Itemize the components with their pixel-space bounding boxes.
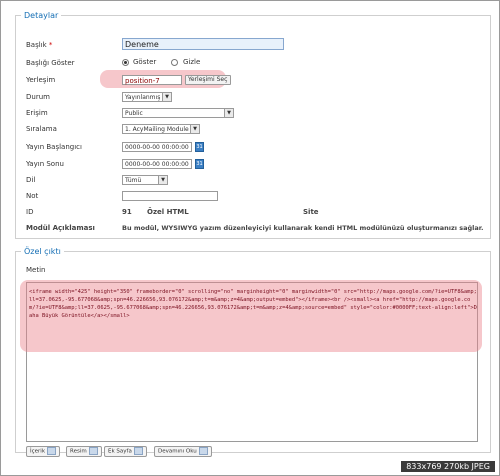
calendar-icon[interactable]: 31 (195, 159, 204, 169)
ordering-row: Sıralama 1. AcyMailing Module ▼ (26, 124, 486, 136)
publish-up-input[interactable]: 0000-00-00 00:00:00 (122, 142, 192, 152)
calendar-icon[interactable]: 31 (195, 142, 204, 152)
readmore-button[interactable]: Devamını Oku (154, 446, 212, 457)
ordering-select[interactable]: 1. AcyMailing Module ▼ (122, 124, 200, 134)
description-row: Modül Açıklaması Bu modül, WYSIWYG yazım… (26, 223, 486, 235)
position-row: Yerleşim position-7 Yerleşimi Seç (26, 75, 486, 87)
publish-down-input[interactable]: 0000-00-00 00:00:00 (122, 159, 192, 169)
details-fieldset: Detaylar Başlık * Deneme Başlığı Göster … (15, 11, 491, 239)
text-label: Metin (26, 266, 46, 274)
chevron-down-icon: ▼ (162, 93, 171, 101)
article-button[interactable]: İçerik (26, 446, 61, 457)
custom-output-legend: Özel çıktı (24, 247, 61, 256)
note-input[interactable] (122, 191, 218, 201)
hide-option-label: Gizle (183, 58, 201, 66)
readmore-icon (198, 447, 208, 455)
article-icon (47, 447, 57, 455)
details-legend: Detaylar (24, 11, 59, 20)
access-label: Erişim (26, 109, 48, 117)
publish-up-row: Yayın Başlangıcı 0000-00-00 00:00:00 31 (26, 142, 486, 154)
position-input[interactable]: position-7 (122, 75, 182, 85)
description-label: Modül Açıklaması (26, 224, 95, 232)
publish-up-label: Yayın Başlangıcı (26, 143, 82, 151)
language-select[interactable]: Tümü ▼ (122, 175, 168, 185)
title-label: Başlık * (26, 41, 53, 49)
status-label: Durum (26, 93, 50, 101)
chevron-down-icon: ▼ (190, 125, 199, 133)
description-value: Bu modül, WYSIWYG yazım düzenleyiciyi ku… (122, 224, 484, 232)
access-row: Erişim Public ▼ (26, 108, 486, 120)
status-row: Durum Yayınlanmış ▼ (26, 92, 486, 104)
show-title-row: Başlığı Göster Göster Gizle (26, 58, 486, 70)
module-edit-frame: Detaylar Başlık * Deneme Başlığı Göster … (0, 0, 500, 476)
select-position-button[interactable]: Yerleşimi Seç (185, 75, 231, 85)
note-row: Not (26, 191, 486, 203)
chevron-down-icon: ▼ (158, 176, 167, 184)
show-radio[interactable] (122, 59, 129, 66)
id-row: ID 91 Özel HTML Site (26, 207, 486, 219)
image-info-bar: 833x769 270kb JPEG (401, 461, 495, 472)
module-type: Özel HTML (147, 208, 189, 216)
pagebreak-button[interactable]: Ek Sayfa (104, 446, 147, 457)
title-input[interactable]: Deneme (122, 38, 284, 50)
position-label: Yerleşim (26, 76, 56, 84)
language-row: Dil Tümü ▼ (26, 175, 486, 187)
show-title-label: Başlığı Göster (26, 59, 75, 67)
client-value: Site (303, 208, 319, 216)
language-label: Dil (26, 176, 36, 184)
editor-code-text: <iframe width="425" height="350" framebo… (29, 289, 477, 319)
image-button[interactable]: Resim (66, 446, 102, 457)
id-label: ID (26, 208, 34, 216)
status-select[interactable]: Yayınlanmış ▼ (122, 92, 172, 102)
title-row: Başlık * Deneme (26, 38, 486, 52)
id-value: 91 (122, 208, 132, 216)
ordering-label: Sıralama (26, 125, 57, 133)
publish-down-row: Yayın Sonu 0000-00-00 00:00:00 31 (26, 159, 486, 171)
hide-radio[interactable] (171, 59, 178, 66)
image-icon (88, 447, 98, 455)
note-label: Not (26, 192, 39, 200)
custom-output-fieldset: Özel çıktı Metin <iframe width="425" hei… (15, 247, 491, 457)
publish-down-label: Yayın Sonu (26, 160, 64, 168)
pagebreak-icon (133, 447, 143, 455)
chevron-down-icon: ▼ (224, 109, 233, 117)
show-option-label: Göster (133, 58, 157, 66)
access-select[interactable]: Public ▼ (122, 108, 234, 118)
